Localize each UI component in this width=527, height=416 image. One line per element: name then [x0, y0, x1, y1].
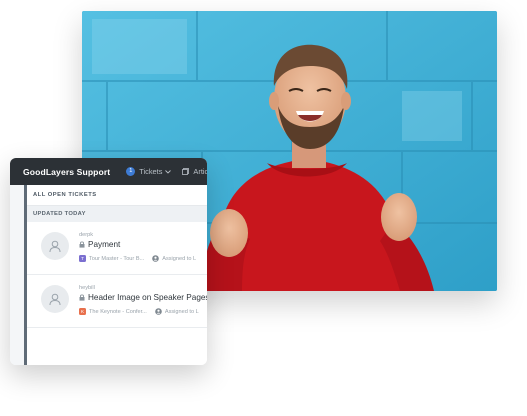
ticket-group-heading: UPDATED TODAY	[27, 206, 207, 222]
ticket-title[interactable]: Payment	[79, 240, 120, 249]
avatar	[41, 232, 69, 260]
stage: GoodLayers Support 1 Tickets Artic ALL O…	[0, 0, 527, 416]
chevron-down-icon	[165, 169, 172, 174]
nav-tickets-label: Tickets	[139, 167, 163, 176]
assignee-icon	[152, 255, 160, 262]
product-icon: K	[79, 308, 86, 315]
nav-articles[interactable]: Artic	[182, 167, 207, 176]
ticket-meta: T Tour Master - Tour B... Assigned to L	[79, 255, 196, 262]
support-app-window: GoodLayers Support 1 Tickets Artic ALL O…	[10, 158, 207, 365]
nav-tickets[interactable]: 1 Tickets	[126, 167, 172, 176]
assignee-icon	[155, 308, 162, 315]
tickets-count-badge: 1	[126, 167, 136, 176]
ticket-list-heading: ALL OPEN TICKETS	[27, 185, 207, 206]
lock-icon	[79, 241, 85, 248]
ticket-meta: K The Keynote - Confer... Assigned to L	[79, 308, 199, 315]
ticket-product: The Keynote - Confer...	[89, 308, 147, 315]
lock-icon	[79, 294, 85, 301]
ticket-title[interactable]: Header Image on Speaker Pages	[79, 293, 207, 302]
avatar	[41, 285, 69, 313]
ticket-assigned: Assigned to L	[162, 255, 197, 262]
user-icon	[49, 293, 61, 306]
ticket-user: heybill	[79, 285, 95, 291]
app-topbar: GoodLayers Support 1 Tickets Artic	[10, 158, 207, 185]
ticket-assigned: Assigned to L	[164, 308, 199, 315]
ticket-row[interactable]: derpk Payment T Tour Master - Tour B... …	[27, 222, 207, 275]
ticket-user: derpk	[79, 232, 93, 238]
ticket-title-text: Payment	[88, 240, 121, 249]
nav-articles-label: Artic	[193, 167, 207, 176]
app-name[interactable]: GoodLayers Support	[23, 167, 110, 177]
product-icon: T	[79, 255, 86, 262]
articles-icon	[182, 168, 190, 175]
ticket-row[interactable]: heybill Header Image on Speaker Pages K …	[27, 275, 207, 328]
user-icon	[49, 240, 61, 253]
ticket-list-panel: ALL OPEN TICKETS UPDATED TODAY derpk Pay…	[24, 185, 207, 365]
ticket-title-text: Header Image on Speaker Pages	[88, 293, 207, 302]
ticket-product: Tour Master - Tour B...	[89, 255, 145, 262]
